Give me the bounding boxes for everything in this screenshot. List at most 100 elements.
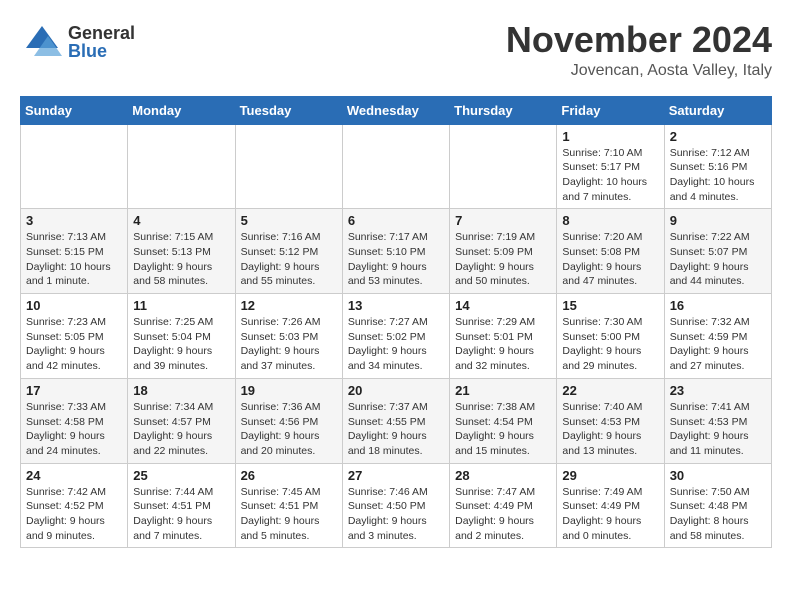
- calendar-cell: 17 Sunrise: 7:33 AM Sunset: 4:58 PM Dayli…: [21, 378, 128, 463]
- week-row-3: 10 Sunrise: 7:23 AM Sunset: 5:05 PM Dayli…: [21, 294, 772, 379]
- day-info: Sunrise: 7:49 AM Sunset: 4:49 PM Dayligh…: [562, 485, 658, 544]
- calendar-cell: 16 Sunrise: 7:32 AM Sunset: 4:59 PM Dayli…: [664, 294, 771, 379]
- calendar-cell: 3 Sunrise: 7:13 AM Sunset: 5:15 PM Daylig…: [21, 209, 128, 294]
- day-info: Sunrise: 7:37 AM Sunset: 4:55 PM Dayligh…: [348, 400, 444, 459]
- day-number: 27: [348, 468, 444, 483]
- day-info: Sunrise: 7:25 AM Sunset: 5:04 PM Dayligh…: [133, 315, 229, 374]
- day-number: 3: [26, 213, 122, 228]
- day-number: 26: [241, 468, 337, 483]
- day-number: 1: [562, 129, 658, 144]
- month-title: November 2024: [506, 20, 772, 60]
- calendar-cell: 29 Sunrise: 7:49 AM Sunset: 4:49 PM Dayli…: [557, 463, 664, 548]
- week-row-1: 1Sunrise: 7:10 AM Sunset: 5:17 PM Daylig…: [21, 124, 772, 209]
- day-number: 20: [348, 383, 444, 398]
- day-info: Sunrise: 7:38 AM Sunset: 4:54 PM Dayligh…: [455, 400, 551, 459]
- day-info: Sunrise: 7:30 AM Sunset: 5:00 PM Dayligh…: [562, 315, 658, 374]
- day-number: 30: [670, 468, 766, 483]
- day-info: Sunrise: 7:26 AM Sunset: 5:03 PM Dayligh…: [241, 315, 337, 374]
- day-info: Sunrise: 7:13 AM Sunset: 5:15 PM Dayligh…: [26, 230, 122, 289]
- day-info: Sunrise: 7:40 AM Sunset: 4:53 PM Dayligh…: [562, 400, 658, 459]
- day-number: 13: [348, 298, 444, 313]
- weekday-header-thursday: Thursday: [450, 96, 557, 124]
- header: General Blue November 2024 Jovencan, Aos…: [20, 20, 772, 80]
- day-number: 23: [670, 383, 766, 398]
- day-info: Sunrise: 7:34 AM Sunset: 4:57 PM Dayligh…: [133, 400, 229, 459]
- calendar-cell: [235, 124, 342, 209]
- weekday-header-tuesday: Tuesday: [235, 96, 342, 124]
- day-info: Sunrise: 7:41 AM Sunset: 4:53 PM Dayligh…: [670, 400, 766, 459]
- day-info: Sunrise: 7:16 AM Sunset: 5:12 PM Dayligh…: [241, 230, 337, 289]
- calendar-cell: 30 Sunrise: 7:50 AM Sunset: 4:48 PM Dayli…: [664, 463, 771, 548]
- day-info: Sunrise: 7:47 AM Sunset: 4:49 PM Dayligh…: [455, 485, 551, 544]
- calendar-cell: 22 Sunrise: 7:40 AM Sunset: 4:53 PM Dayli…: [557, 378, 664, 463]
- day-info: Sunrise: 7:15 AM Sunset: 5:13 PM Dayligh…: [133, 230, 229, 289]
- day-number: 24: [26, 468, 122, 483]
- calendar-cell: 28 Sunrise: 7:47 AM Sunset: 4:49 PM Dayli…: [450, 463, 557, 548]
- day-info: Sunrise: 7:32 AM Sunset: 4:59 PM Dayligh…: [670, 315, 766, 374]
- day-info: Sunrise: 7:29 AM Sunset: 5:01 PM Dayligh…: [455, 315, 551, 374]
- day-number: 14: [455, 298, 551, 313]
- day-number: 9: [670, 213, 766, 228]
- weekday-header-wednesday: Wednesday: [342, 96, 449, 124]
- day-info: Sunrise: 7:33 AM Sunset: 4:58 PM Dayligh…: [26, 400, 122, 459]
- calendar-cell: [21, 124, 128, 209]
- week-row-4: 17 Sunrise: 7:33 AM Sunset: 4:58 PM Dayli…: [21, 378, 772, 463]
- weekday-header-sunday: Sunday: [21, 96, 128, 124]
- page: General Blue November 2024 Jovencan, Aos…: [0, 0, 792, 558]
- day-number: 4: [133, 213, 229, 228]
- location: Jovencan, Aosta Valley, Italy: [506, 62, 772, 80]
- day-info: Sunrise: 7:19 AM Sunset: 5:09 PM Dayligh…: [455, 230, 551, 289]
- day-number: 11: [133, 298, 229, 313]
- logo-name: General Blue: [68, 24, 135, 60]
- day-info: Sunrise: 7:44 AM Sunset: 4:51 PM Dayligh…: [133, 485, 229, 544]
- logo-blue-text: Blue: [68, 42, 135, 60]
- calendar-cell: 4 Sunrise: 7:15 AM Sunset: 5:13 PM Daylig…: [128, 209, 235, 294]
- day-number: 12: [241, 298, 337, 313]
- weekday-header-monday: Monday: [128, 96, 235, 124]
- calendar-cell: 27Sunrise: 7:46 AM Sunset: 4:50 PM Dayli…: [342, 463, 449, 548]
- day-number: 5: [241, 213, 337, 228]
- day-number: 10: [26, 298, 122, 313]
- day-number: 28: [455, 468, 551, 483]
- calendar-cell: 9 Sunrise: 7:22 AM Sunset: 5:07 PM Daylig…: [664, 209, 771, 294]
- calendar-cell: 10 Sunrise: 7:23 AM Sunset: 5:05 PM Dayli…: [21, 294, 128, 379]
- calendar-cell: 15 Sunrise: 7:30 AM Sunset: 5:00 PM Dayli…: [557, 294, 664, 379]
- calendar-cell: [128, 124, 235, 209]
- calendar-cell: 5 Sunrise: 7:16 AM Sunset: 5:12 PM Daylig…: [235, 209, 342, 294]
- weekday-header-friday: Friday: [557, 96, 664, 124]
- calendar-cell: 14 Sunrise: 7:29 AM Sunset: 5:01 PM Dayli…: [450, 294, 557, 379]
- day-number: 8: [562, 213, 658, 228]
- calendar-cell: 11 Sunrise: 7:25 AM Sunset: 5:04 PM Dayli…: [128, 294, 235, 379]
- day-info: Sunrise: 7:17 AM Sunset: 5:10 PM Dayligh…: [348, 230, 444, 289]
- day-info: Sunrise: 7:36 AM Sunset: 4:56 PM Dayligh…: [241, 400, 337, 459]
- calendar-cell: 12 Sunrise: 7:26 AM Sunset: 5:03 PM Dayli…: [235, 294, 342, 379]
- day-number: 6: [348, 213, 444, 228]
- calendar: SundayMondayTuesdayWednesdayThursdayFrid…: [20, 96, 772, 549]
- day-info: Sunrise: 7:42 AM Sunset: 4:52 PM Dayligh…: [26, 485, 122, 544]
- day-info: Sunrise: 7:27 AM Sunset: 5:02 PM Dayligh…: [348, 315, 444, 374]
- day-number: 21: [455, 383, 551, 398]
- calendar-cell: 13 Sunrise: 7:27 AM Sunset: 5:02 PM Dayli…: [342, 294, 449, 379]
- day-number: 25: [133, 468, 229, 483]
- day-number: 15: [562, 298, 658, 313]
- day-info: Sunrise: 7:20 AM Sunset: 5:08 PM Dayligh…: [562, 230, 658, 289]
- logo-general-text: General: [68, 24, 135, 42]
- day-number: 7: [455, 213, 551, 228]
- day-info: Sunrise: 7:50 AM Sunset: 4:48 PM Dayligh…: [670, 485, 766, 544]
- day-number: 17: [26, 383, 122, 398]
- calendar-cell: 19Sunrise: 7:36 AM Sunset: 4:56 PM Dayli…: [235, 378, 342, 463]
- calendar-cell: 25 Sunrise: 7:44 AM Sunset: 4:51 PM Dayli…: [128, 463, 235, 548]
- day-info: Sunrise: 7:22 AM Sunset: 5:07 PM Dayligh…: [670, 230, 766, 289]
- day-info: Sunrise: 7:23 AM Sunset: 5:05 PM Dayligh…: [26, 315, 122, 374]
- calendar-cell: [342, 124, 449, 209]
- calendar-cell: 7 Sunrise: 7:19 AM Sunset: 5:09 PM Daylig…: [450, 209, 557, 294]
- calendar-cell: 20 Sunrise: 7:37 AM Sunset: 4:55 PM Dayli…: [342, 378, 449, 463]
- calendar-cell: 8 Sunrise: 7:20 AM Sunset: 5:08 PM Daylig…: [557, 209, 664, 294]
- day-number: 29: [562, 468, 658, 483]
- calendar-cell: 18Sunrise: 7:34 AM Sunset: 4:57 PM Dayli…: [128, 378, 235, 463]
- day-number: 22: [562, 383, 658, 398]
- week-row-5: 24 Sunrise: 7:42 AM Sunset: 4:52 PM Dayli…: [21, 463, 772, 548]
- logo: General Blue: [20, 20, 135, 64]
- day-number: 16: [670, 298, 766, 313]
- day-info: Sunrise: 7:45 AM Sunset: 4:51 PM Dayligh…: [241, 485, 337, 544]
